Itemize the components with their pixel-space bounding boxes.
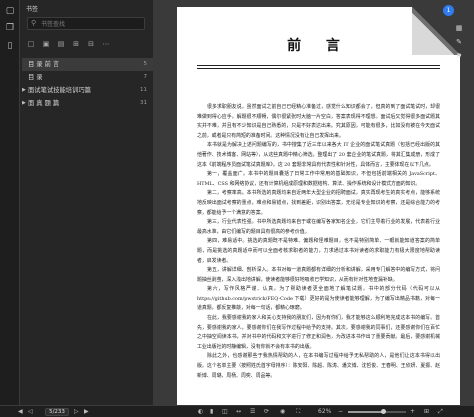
zoom-value: 62% bbox=[318, 408, 332, 415]
bookmark-list-icon[interactable]: ▤ bbox=[56, 39, 66, 49]
bookmark-item[interactable]: 目 录 7 bbox=[22, 71, 153, 84]
fullscreen-icon[interactable]: ⛶ bbox=[296, 406, 300, 417]
prev-page-icon[interactable]: ◀ bbox=[18, 406, 23, 417]
paragraph: 本书就是为解决上述问题编写的，书中搜集了近三年以来各大 IT 企业的面试笔试真题… bbox=[197, 142, 440, 168]
title-rule bbox=[197, 68, 440, 69]
icon-rail: ▢ ❐ ▯ bbox=[0, 0, 20, 417]
paragraph: 第二，考察率高。本书所选的真题均来自近两年大型企业的招聘面试，真实再现考生的真实… bbox=[197, 190, 440, 216]
more-icon[interactable]: ⋯ bbox=[101, 39, 111, 49]
zoom-slider[interactable] bbox=[348, 409, 406, 414]
bookmark-tree: 目 录 前 言 5 目 录 7 ▶ 面试笔试技能培训巧篇 11 ▶ 面 真 题 … bbox=[22, 58, 153, 110]
expand-icon[interactable]: ⊞ bbox=[71, 39, 81, 49]
expand-arrow-icon[interactable]: ▶ bbox=[22, 97, 26, 110]
paragraph: 很多求职朋友说，虽然面试之前自己已经精心准备过，感觉什么知识都会了，但真的到了面… bbox=[197, 104, 440, 139]
comment-icon[interactable]: ✎ bbox=[452, 36, 466, 48]
expand-arrow-icon[interactable]: ▶ bbox=[22, 84, 26, 97]
double-page-icon[interactable]: ◫ bbox=[222, 406, 228, 417]
fit-page-icon[interactable]: ⊞ bbox=[424, 406, 429, 417]
bookmark-item[interactable]: 目 录 前 言 5 bbox=[22, 58, 153, 71]
bookmark-add-icon[interactable]: ⚑ bbox=[452, 50, 466, 62]
paragraph: 在此，我要感谢我的家人和关心支持我的朋友们，因为有你们，我才能够这么顺利地完成这… bbox=[197, 315, 440, 350]
last-page-icon[interactable]: ▶ bbox=[84, 406, 89, 417]
search-input[interactable] bbox=[41, 19, 141, 29]
page-body: 很多求职朋友说，虽然面试之前自己已经精心准备过，感觉什么知识都会了，但真的到了面… bbox=[197, 103, 440, 381]
bookmark-page-number: 11 bbox=[140, 87, 147, 93]
bookmark-page-number: 7 bbox=[143, 74, 148, 80]
panel-title: 书签 bbox=[26, 6, 39, 13]
next-page-icon[interactable]: ▷ bbox=[74, 406, 79, 417]
paragraph: 除此之外，也感谢那些于我热情帮助的人，在本书编写过程中给予无私帮助的人，是他们让… bbox=[197, 353, 440, 379]
thumbnail-icon[interactable]: ▦ bbox=[452, 22, 466, 34]
copy-icon[interactable]: ❐ bbox=[4, 22, 16, 34]
paragraph: 第六，写作风格严谨、认真。为了帮助读者更全面地了解笔试题，书中的部分代码（代码可… bbox=[197, 286, 440, 312]
collapse-icon[interactable]: ⊟ bbox=[86, 39, 96, 49]
bookmark-label: 面试笔试技能培训巧篇 bbox=[28, 87, 91, 94]
bookmark-search: ⚲ bbox=[27, 17, 145, 30]
title-rule bbox=[197, 65, 440, 66]
fit-width-icon[interactable]: ↔ bbox=[236, 406, 241, 417]
bookmark-item[interactable]: ▶ 面试笔试技能培训巧篇 11 bbox=[22, 84, 153, 97]
add-sub-bookmark-icon[interactable]: ▣ bbox=[41, 39, 51, 49]
bookmark-label: 目 录 前 言 bbox=[28, 61, 60, 68]
expand-view-icon[interactable]: ⤢ bbox=[438, 406, 443, 417]
bookmark-icon[interactable]: ▯ bbox=[4, 40, 16, 52]
zoom-out-icon[interactable]: − bbox=[338, 406, 343, 417]
status-bar: ◀ ◁ 5/233 ▷ ▶ ◐ ▮ ◫ ↔ ☰ ⟳ ◉ ⛶ 62% − + ⊞ … bbox=[0, 405, 474, 417]
bookmark-panel: 书签 ⚲ □ ▣ ▤ ⊞ ⊟ ⋯ 目 录 前 言 5 目 录 7 ▶ 面试笔试技… bbox=[20, 0, 153, 405]
search-icon: ⚲ bbox=[31, 19, 37, 27]
zoom-slider-fill bbox=[348, 411, 384, 413]
file-icon[interactable]: ▢ bbox=[4, 5, 16, 17]
add-bookmark-icon[interactable]: □ bbox=[26, 39, 36, 49]
document-viewer[interactable]: 前 言 很多求职朋友说，虽然面试之前自己已经精心准备过，感觉什么知识都会了，但真… bbox=[153, 0, 474, 407]
page-total: /233 bbox=[52, 409, 65, 415]
first-page-icon[interactable]: ◁ bbox=[28, 406, 33, 417]
notification-badge[interactable]: 1 bbox=[443, 5, 454, 16]
bookmark-label: 目 录 bbox=[28, 74, 43, 81]
zoom-in-icon[interactable]: + bbox=[410, 406, 415, 417]
paragraph: 第三，行业代表性强。书中所选真题均来自于或在编写各家知名企业，它们主导着行业的发… bbox=[197, 219, 440, 235]
read-mode-icon[interactable]: ◉ bbox=[280, 406, 285, 417]
bookmark-item[interactable]: ▶ 面 真 题 篇 31 bbox=[22, 97, 153, 110]
zoom-slider-handle[interactable] bbox=[381, 409, 387, 414]
page-number-input[interactable]: 5/233 bbox=[45, 408, 69, 416]
rotate-icon[interactable]: ⟳ bbox=[264, 406, 269, 417]
view-mode-icon[interactable]: ◐ bbox=[198, 406, 203, 417]
bookmark-label: 面 真 题 篇 bbox=[28, 100, 60, 107]
bookmark-page-number: 5 bbox=[143, 61, 148, 67]
paragraph: 第一，覆盖面广。本书中的题目囊括了日常工作中常用的基础知识，不但包括前端相关的 … bbox=[197, 171, 440, 187]
document-page: 前 言 很多求职朋友说，虽然面试之前自己已经精心准备过，感觉什么知识都会了，但真… bbox=[177, 7, 460, 407]
page-title: 前 言 bbox=[287, 38, 350, 54]
single-page-icon[interactable]: ▮ bbox=[210, 406, 213, 417]
paragraph: 第四，难易适中。挑选的真题既不是特难、偏题和怪难题目，也不是特别简单、一眼就能知… bbox=[197, 238, 440, 264]
scroll-icon[interactable]: ☰ bbox=[250, 406, 255, 417]
paragraph: 第五，讲解详细、剖析深入。本书对每一道真题都有详细的分析和讲解，采用专门解答中的… bbox=[197, 267, 440, 283]
bookmark-page-number: 31 bbox=[140, 100, 147, 106]
